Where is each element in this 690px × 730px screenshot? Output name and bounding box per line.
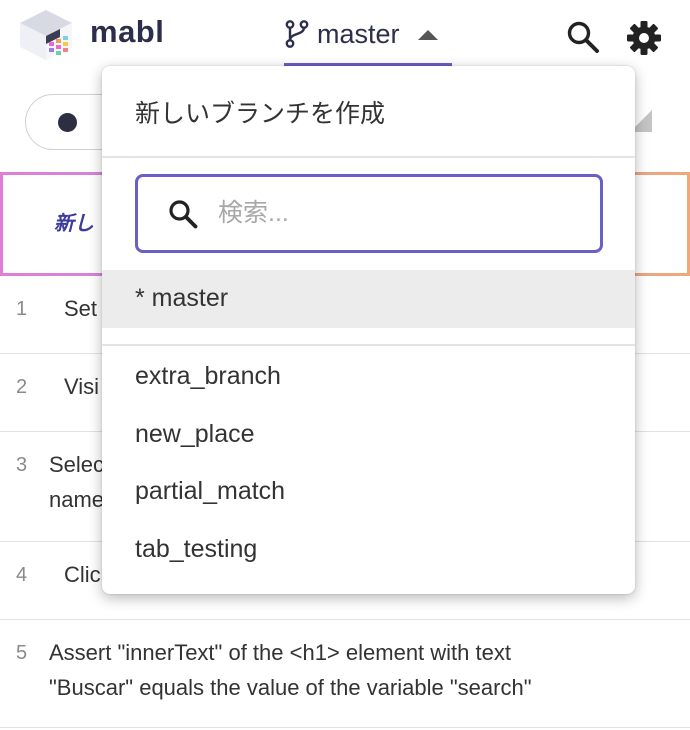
step-text: Set [64,296,98,321]
branch-item-tab-testing[interactable]: tab_testing [102,521,635,579]
branch-item-label: * master [135,284,229,312]
step-text: Clic [64,562,101,587]
settings-button[interactable] [626,20,662,56]
new-step-label: 新し [54,213,94,235]
divider [102,344,635,346]
branch-item-master[interactable]: * master [102,270,635,328]
step-text-line: "Buscar" equals the value of the variabl… [49,675,532,700]
branch-item-label: partial_match [135,477,286,505]
brand-name: mabl [90,14,165,49]
branch-item-label: tab_testing [135,535,258,563]
branch-selector-toggle[interactable]: master [284,14,452,66]
create-branch-item[interactable]: 新しいブランチを作成 [102,66,635,156]
step-text: Assert "innerText" of the <h1> element w… [49,635,532,705]
step-text-line: Selec [49,452,105,477]
git-branch-icon [284,20,310,48]
step-text: Visi [64,374,100,399]
status-dot [58,113,77,132]
app-header: mabl master [0,0,690,70]
branch-item-partial-match[interactable]: partial_match [102,463,635,521]
divider [102,156,635,158]
step-text-line: name [49,487,105,512]
caret-up-icon [418,30,438,40]
branch-item-new-place[interactable]: new_place [102,406,635,464]
branch-item-label: extra_branch [135,362,281,390]
branch-dropdown: 新しいブランチを作成 * master extra_branch new_pla… [102,66,635,594]
search-button[interactable] [566,20,600,54]
step-number: 2 [16,376,28,398]
step-text: Selec name [49,447,104,517]
branch-search-box[interactable] [135,174,603,253]
step-text-line: Assert "innerText" of the <h1> element w… [49,640,511,665]
step-number: 1 [16,298,28,320]
step-number: 5 [16,642,28,664]
search-icon [567,21,599,53]
gear-icon [627,21,661,55]
current-branch-label: master [317,19,400,49]
step-number: 4 [16,564,28,586]
step-number: 3 [16,454,28,476]
mabl-logo [16,6,76,64]
branch-item-extra-branch[interactable]: extra_branch [102,348,635,406]
branch-search-input[interactable] [218,193,588,233]
search-icon [168,199,198,229]
step-row-5[interactable]: 5 Assert "innerText" of the <h1> element… [0,620,690,728]
create-branch-label: 新しいブランチを作成 [135,100,386,128]
branch-item-label: new_place [135,420,255,448]
